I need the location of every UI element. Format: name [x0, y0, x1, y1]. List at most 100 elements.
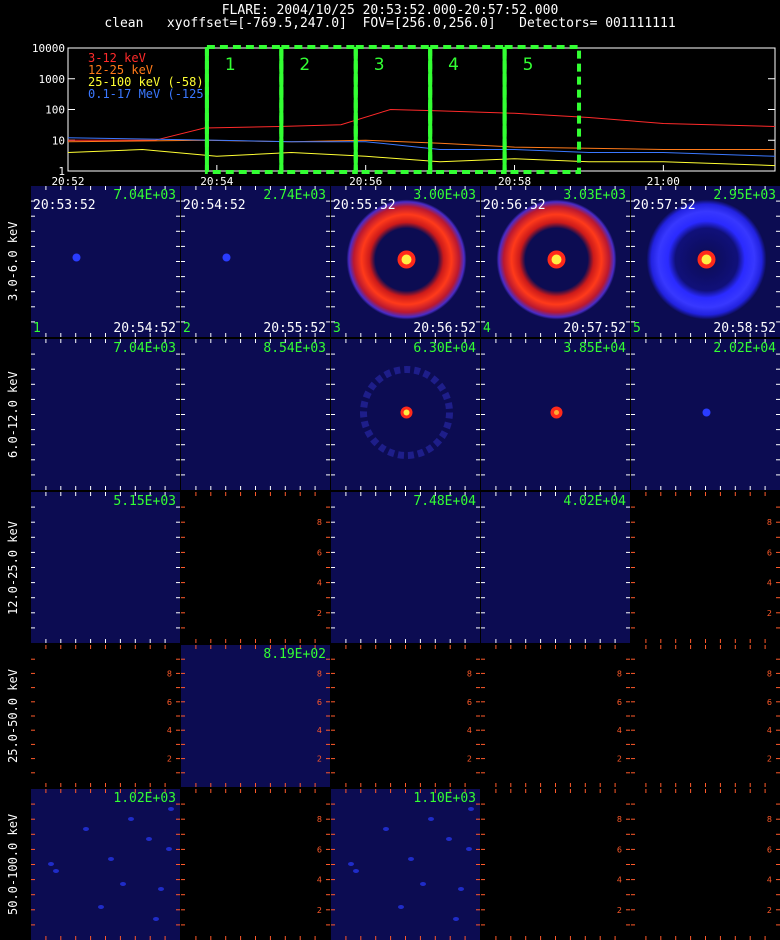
- footpoint-core: [554, 410, 559, 415]
- axis-tick-label: 2: [317, 609, 322, 618]
- image-panel[interactable]: 5.15E+03: [31, 492, 180, 643]
- image-panel[interactable]: 2.02E+04: [631, 339, 780, 490]
- interval-label: 1: [225, 55, 236, 75]
- footpoint-core: [701, 254, 712, 265]
- noise-speckle: [420, 882, 426, 886]
- axis-tick-label: 4: [317, 726, 322, 735]
- axis-tick-label: 2: [317, 906, 322, 915]
- image-panel[interactable]: 2 4 6 8 8.19E+02: [181, 645, 330, 787]
- axis-ticks: 2 4 6 8: [181, 789, 330, 940]
- image-panel[interactable]: 6.30E+04: [331, 339, 480, 490]
- image-panel[interactable]: 2.74E+03 20:54:52 20:55:52 2: [181, 186, 330, 337]
- axis-tick-label: 6: [767, 698, 772, 707]
- interval-end-time: 20:54:52: [113, 321, 176, 336]
- image-panel[interactable]: 2 4 6 8: [331, 645, 480, 787]
- noise-speckle: [398, 905, 404, 909]
- interval-label: 2: [299, 55, 310, 75]
- image-panel[interactable]: 2 4 6 8: [181, 789, 330, 940]
- axis-tick-label: 4: [767, 876, 772, 885]
- axis-tick-label: 4: [767, 726, 772, 735]
- axis-tick-label: 2: [767, 755, 772, 764]
- image-panel[interactable]: 1.10E+03: [331, 789, 480, 940]
- panel-index: 3: [333, 321, 341, 336]
- image-panel[interactable]: 2 4 6 8: [481, 789, 630, 940]
- interval-start-time: 20:54:52: [183, 198, 246, 213]
- axis-ticks: 2 4 6 8: [181, 645, 330, 787]
- image-panel[interactable]: 2 4 6 8: [31, 645, 180, 787]
- imaging-parameters: clean xyoffset=[-769.5,247.0] FOV=[256.0…: [104, 16, 676, 31]
- source-blob: [702, 408, 711, 417]
- peak-value: 3.85E+04: [563, 341, 626, 356]
- image-panel[interactable]: 1.02E+03: [31, 789, 180, 940]
- noise-speckle: [458, 887, 464, 891]
- legend-entry: 0.1-17 MeV (-125): [88, 87, 211, 101]
- image-panel[interactable]: 3.03E+03 20:56:52 20:57:52 4: [481, 186, 630, 337]
- panel-index: 5: [633, 321, 641, 336]
- y-tick-label: 1000: [39, 73, 66, 86]
- axis-tick-label: 8: [767, 669, 772, 678]
- source-blob: [72, 253, 81, 262]
- image-panel[interactable]: 3.00E+03 20:55:52 20:56:52 3: [331, 186, 480, 337]
- image-panel[interactable]: 2 4 6 8: [631, 492, 780, 643]
- axis-tick-label: 4: [317, 876, 322, 885]
- y-tick-label: 10000: [32, 42, 65, 55]
- axis-tick-label: 6: [617, 698, 622, 707]
- image-panel[interactable]: 8.54E+03: [181, 339, 330, 490]
- noise-speckle: [428, 817, 434, 821]
- noise-speckle: [466, 847, 472, 851]
- lightcurve-plot[interactable]: 10000100010010120:52 20:54 20:56 20:58 21:00…: [0, 40, 780, 190]
- noise-speckle: [453, 917, 459, 921]
- axis-tick-label: 8: [617, 815, 622, 824]
- axis-tick-label: 2: [167, 755, 172, 764]
- axis-ticks: 2 4 6 8: [331, 645, 480, 787]
- energy-band-label: 6.0-12.0 keV: [6, 371, 20, 458]
- axis-ticks: [31, 492, 180, 643]
- y-tick-label: 100: [45, 104, 65, 117]
- interval-box-2[interactable]: 2: [279, 45, 358, 174]
- axis-tick-label: 8: [167, 669, 172, 678]
- image-panel[interactable]: 2 4 6 8: [631, 789, 780, 940]
- image-panel[interactable]: 7.04E+03 20:53:52 20:54:52 1: [31, 186, 180, 337]
- axis-tick-label: 8: [317, 669, 322, 678]
- axis-ticks: 2 4 6 8: [481, 789, 630, 940]
- interval-box-4[interactable]: 4: [428, 45, 507, 174]
- footpoint-core: [403, 409, 410, 416]
- axis-tick-label: 8: [767, 518, 772, 527]
- image-panel[interactable]: 2 4 6 8: [631, 645, 780, 787]
- interval-box-5[interactable]: 5: [502, 45, 582, 174]
- axis-tick-label: 6: [317, 845, 322, 854]
- axis-tick-label: 4: [317, 579, 322, 588]
- axis-tick-label: 4: [767, 579, 772, 588]
- image-panel[interactable]: 2.95E+03 20:57:52 20:58:52 5: [631, 186, 780, 337]
- noise-speckle: [48, 862, 54, 866]
- image-panel[interactable]: 2 4 6 8: [481, 645, 630, 787]
- noise-speckle: [98, 905, 104, 909]
- interval-end-time: 20:56:52: [413, 321, 476, 336]
- image-panel[interactable]: 4.02E+04: [481, 492, 630, 643]
- peak-value: 1.02E+03: [113, 791, 176, 806]
- axis-tick-label: 4: [617, 876, 622, 885]
- interval-start-time: 20:56:52: [483, 198, 546, 213]
- noise-speckle: [166, 847, 172, 851]
- image-panel[interactable]: 7.48E+04: [331, 492, 480, 643]
- axis-tick-label: 6: [167, 698, 172, 707]
- energy-band-label: 25.0-50.0 keV: [6, 669, 20, 763]
- energy-band-label: 12.0-25.0 keV: [6, 520, 20, 615]
- noise-speckle: [153, 917, 159, 921]
- series-line-1: [67, 139, 775, 150]
- axis-ticks: 2 4 6 8: [631, 789, 780, 940]
- axis-tick-label: 4: [617, 726, 622, 735]
- energy-band-label: 50.0-100.0 keV: [6, 813, 20, 915]
- noise-speckle: [146, 837, 152, 841]
- image-panel[interactable]: 2 4 6 8: [181, 492, 330, 643]
- axis-ticks: 2 4 6 8: [631, 492, 780, 643]
- noise-speckle: [168, 807, 174, 811]
- image-panel[interactable]: 3.85E+04: [481, 339, 630, 490]
- axis-tick-label: 4: [467, 726, 472, 735]
- y-tick-label: 10: [52, 134, 65, 147]
- noise-speckle: [120, 882, 126, 886]
- peak-value: 2.74E+03: [263, 188, 326, 203]
- axis-ticks: [181, 339, 330, 490]
- footpoint-core: [551, 254, 562, 265]
- image-panel[interactable]: 7.04E+03: [31, 339, 180, 490]
